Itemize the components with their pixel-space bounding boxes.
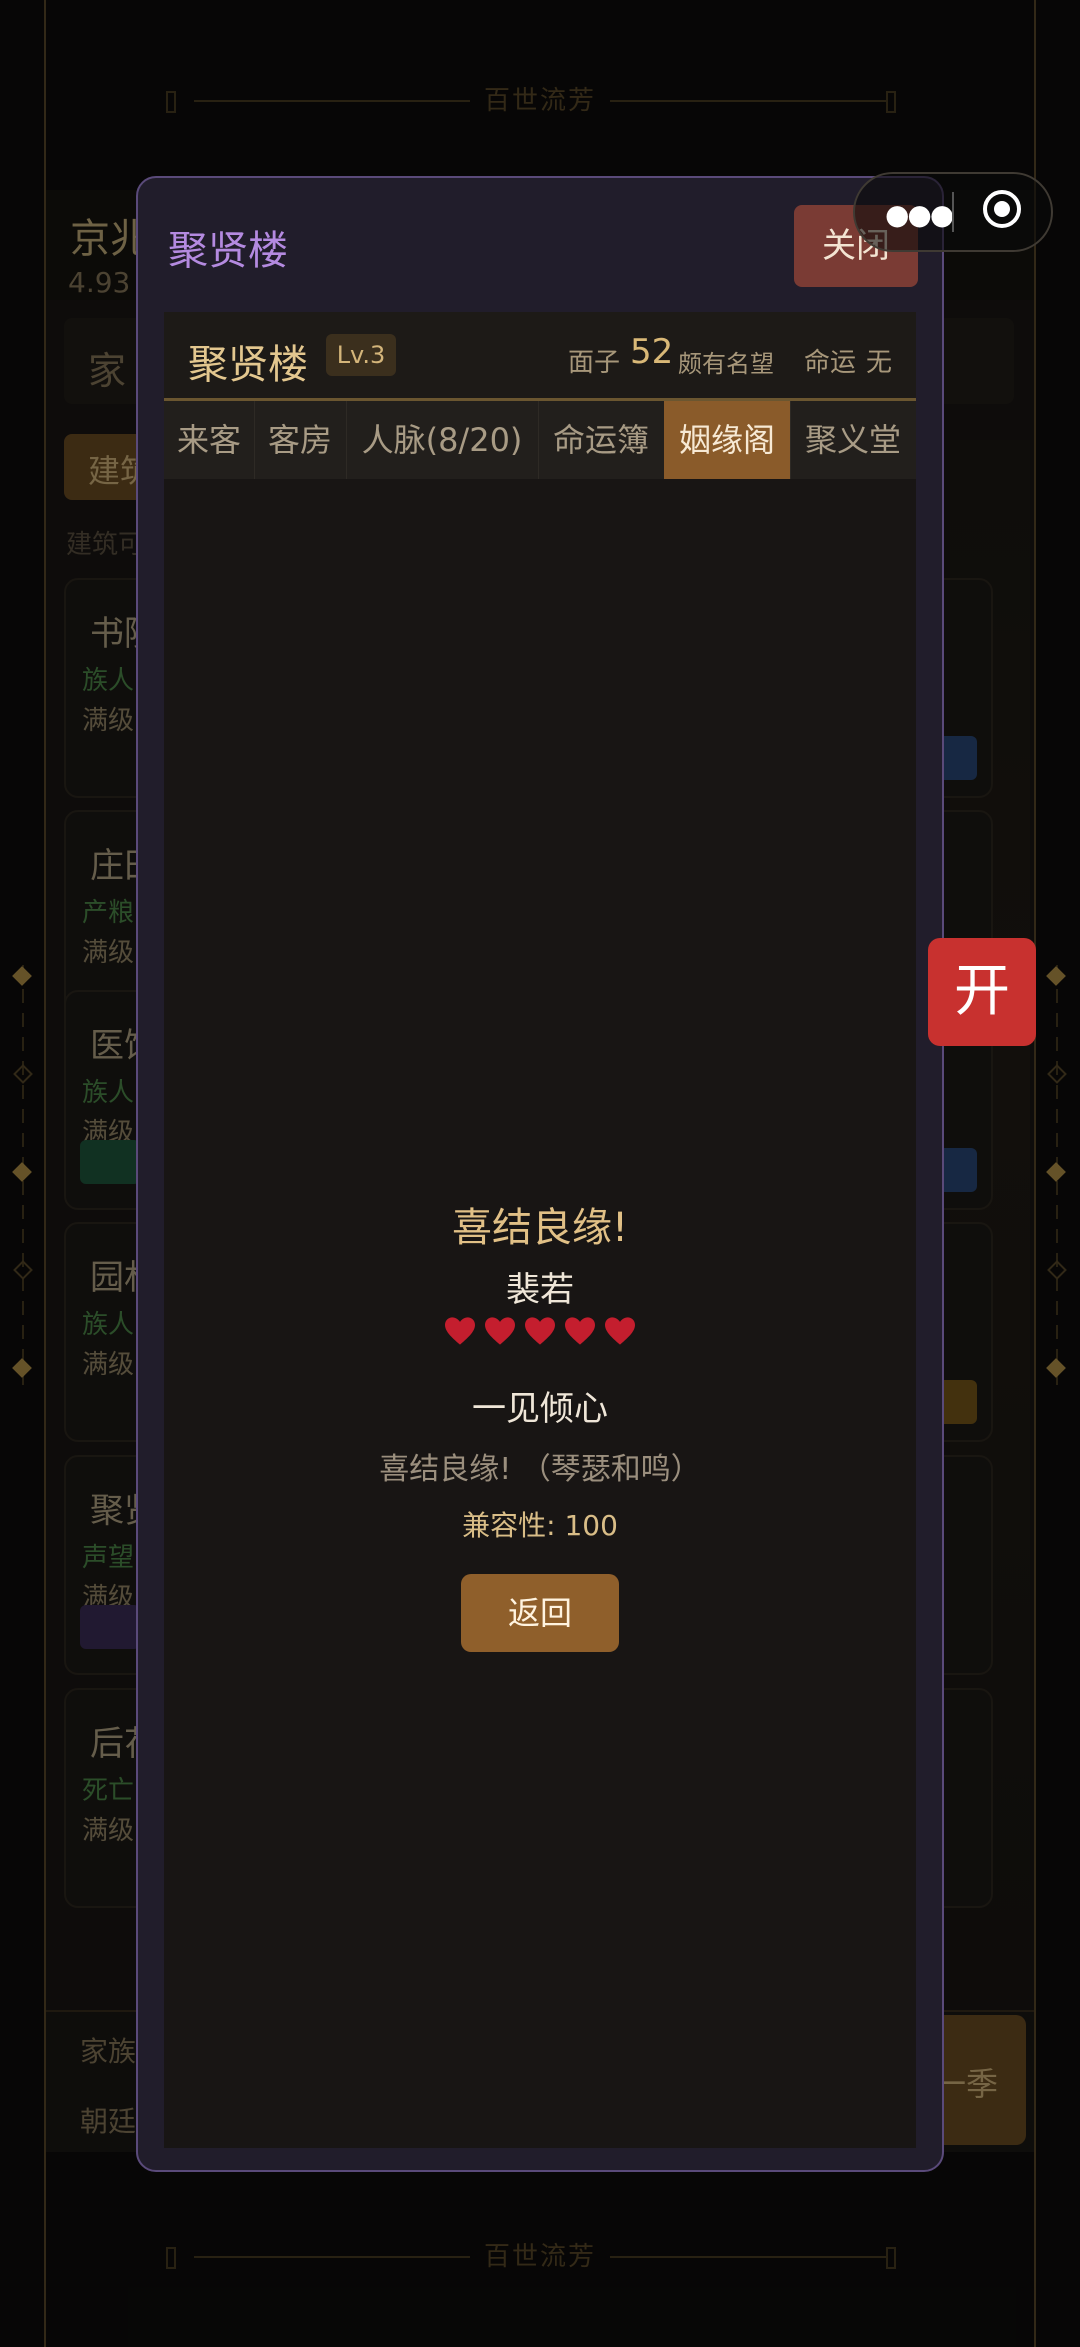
capsule-divider xyxy=(952,192,954,232)
result-description: 喜结良缘! （琴瑟和鸣） xyxy=(379,1452,701,1487)
fate-label: 命运 xyxy=(804,348,857,378)
face-label: 面子 xyxy=(568,348,621,378)
face-value: 52 xyxy=(630,332,674,372)
compatibility-score: 兼容性: 100 xyxy=(462,1509,618,1542)
tab-fate-book[interactable]: 命运簿 xyxy=(538,401,665,479)
heart-icon xyxy=(485,1317,515,1345)
open-button[interactable]: 开 xyxy=(928,938,1036,1046)
target-circle-icon[interactable] xyxy=(983,190,1021,228)
mini-program-capsule: ●●● xyxy=(853,172,1053,252)
marriage-result-panel xyxy=(164,479,916,2148)
modal-title: 聚贤楼 xyxy=(168,228,288,274)
level-badge: Lv.3 xyxy=(326,334,396,376)
heart-icon xyxy=(525,1317,555,1345)
tab-guest-rooms[interactable]: 客房 xyxy=(254,401,347,479)
panel-header: 聚贤楼 Lv.3 面子 52 颇有名望 命运 无 xyxy=(164,312,916,401)
heart-icon xyxy=(605,1317,635,1345)
building-name: 聚贤楼 xyxy=(188,342,308,388)
back-button[interactable]: 返回 xyxy=(461,1574,619,1652)
partner-name: 裴若 xyxy=(506,1270,574,1310)
tab-connections[interactable]: 人脉(8/20) xyxy=(346,401,539,479)
tab-marriage-pavilion[interactable]: 姻缘阁 xyxy=(664,401,791,479)
building-modal: 聚贤楼 关闭 聚贤楼 Lv.3 面子 52 颇有名望 命运 无 来客 客房 人脉… xyxy=(136,176,944,2172)
more-dots-icon[interactable]: ●●● xyxy=(885,198,954,231)
result-title: 喜结良缘! xyxy=(451,1205,629,1251)
face-description: 颇有名望 xyxy=(678,350,774,378)
heart-icon xyxy=(445,1317,475,1345)
modal-panel: 聚贤楼 Lv.3 面子 52 颇有名望 命运 无 来客 客房 人脉(8/20) … xyxy=(164,312,916,2148)
heart-icon xyxy=(565,1317,595,1345)
tab-guests[interactable]: 来客 xyxy=(164,401,255,479)
affection-hearts xyxy=(164,1316,916,1350)
affection-level: 一见倾心 xyxy=(472,1389,608,1429)
tab-brotherhood-hall[interactable]: 聚义堂 xyxy=(790,401,916,479)
fate-value: 无 xyxy=(866,348,893,378)
tab-bar: 来客 客房 人脉(8/20) 命运簿 姻缘阁 聚义堂 xyxy=(164,401,916,479)
